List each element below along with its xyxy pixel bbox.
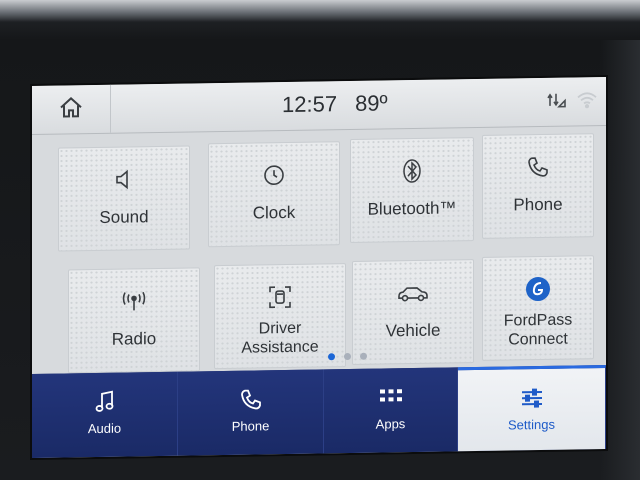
tile-bluetooth-label: Bluetooth™ — [367, 198, 457, 219]
screen-glare — [0, 0, 640, 22]
clock-time: 12:57 — [282, 91, 338, 118]
status-bar: 12:57 89º — [32, 76, 606, 135]
tile-radio[interactable]: Radio — [68, 267, 200, 374]
nav-settings[interactable]: Settings — [458, 364, 606, 452]
home-button[interactable] — [32, 84, 111, 134]
settings-sliders-icon — [520, 385, 544, 411]
fordpass-icon — [525, 275, 551, 303]
signal-icon — [546, 90, 566, 115]
nav-audio[interactable]: Audio — [32, 371, 178, 458]
tile-driver-assistance[interactable]: Driver Assistance — [214, 263, 346, 370]
infotainment-screen: 12:57 89º Sound Clock Bluetooth™ Phone R… — [32, 76, 606, 459]
page-dot — [360, 352, 367, 360]
outside-temperature: 89º — [355, 90, 388, 116]
tile-sound[interactable]: Sound — [58, 145, 190, 252]
apps-grid-icon — [379, 384, 403, 410]
phone-icon — [526, 153, 550, 181]
tile-clock-label: Clock — [252, 202, 296, 223]
car-icon — [397, 279, 429, 308]
page-dot — [328, 353, 335, 361]
nav-audio-label: Audio — [87, 420, 122, 437]
tile-bluetooth[interactable]: Bluetooth™ — [350, 137, 474, 244]
tile-fordpass-connect-label: FordPass Connect — [503, 311, 573, 349]
nav-phone-label: Phone — [231, 418, 270, 434]
tile-vehicle-label: Vehicle — [385, 320, 441, 341]
tile-driver-assistance-label: Driver Assistance — [241, 319, 319, 357]
bezel — [600, 40, 640, 480]
bluetooth-icon — [400, 157, 424, 185]
nav-settings-label: Settings — [508, 416, 555, 433]
page-indicator — [328, 352, 367, 361]
settings-grid: Sound Clock Bluetooth™ Phone Radio Drive… — [54, 133, 594, 395]
home-icon — [58, 95, 84, 124]
wifi-icon — [576, 90, 598, 113]
nav-phone[interactable]: Phone — [178, 369, 324, 456]
tile-sound-label: Sound — [99, 207, 149, 227]
driver-assist-icon — [267, 283, 293, 311]
tile-vehicle[interactable]: Vehicle — [352, 259, 474, 365]
tile-clock[interactable]: Clock — [208, 141, 340, 248]
tile-phone[interactable]: Phone — [482, 133, 594, 239]
music-note-icon — [94, 389, 116, 415]
speaker-icon — [112, 165, 136, 193]
tile-phone-label: Phone — [513, 194, 563, 215]
tile-fordpass-connect[interactable]: FordPass Connect — [482, 255, 594, 361]
phone-icon — [239, 386, 263, 412]
nav-apps-label: Apps — [375, 416, 406, 432]
clock-icon — [262, 161, 286, 189]
bottom-nav: Audio Phone Apps Settings — [32, 364, 606, 458]
radio-antenna-icon — [121, 287, 147, 315]
tile-radio-label: Radio — [111, 329, 157, 349]
page-dot — [344, 352, 351, 361]
nav-apps[interactable]: Apps — [324, 367, 458, 454]
